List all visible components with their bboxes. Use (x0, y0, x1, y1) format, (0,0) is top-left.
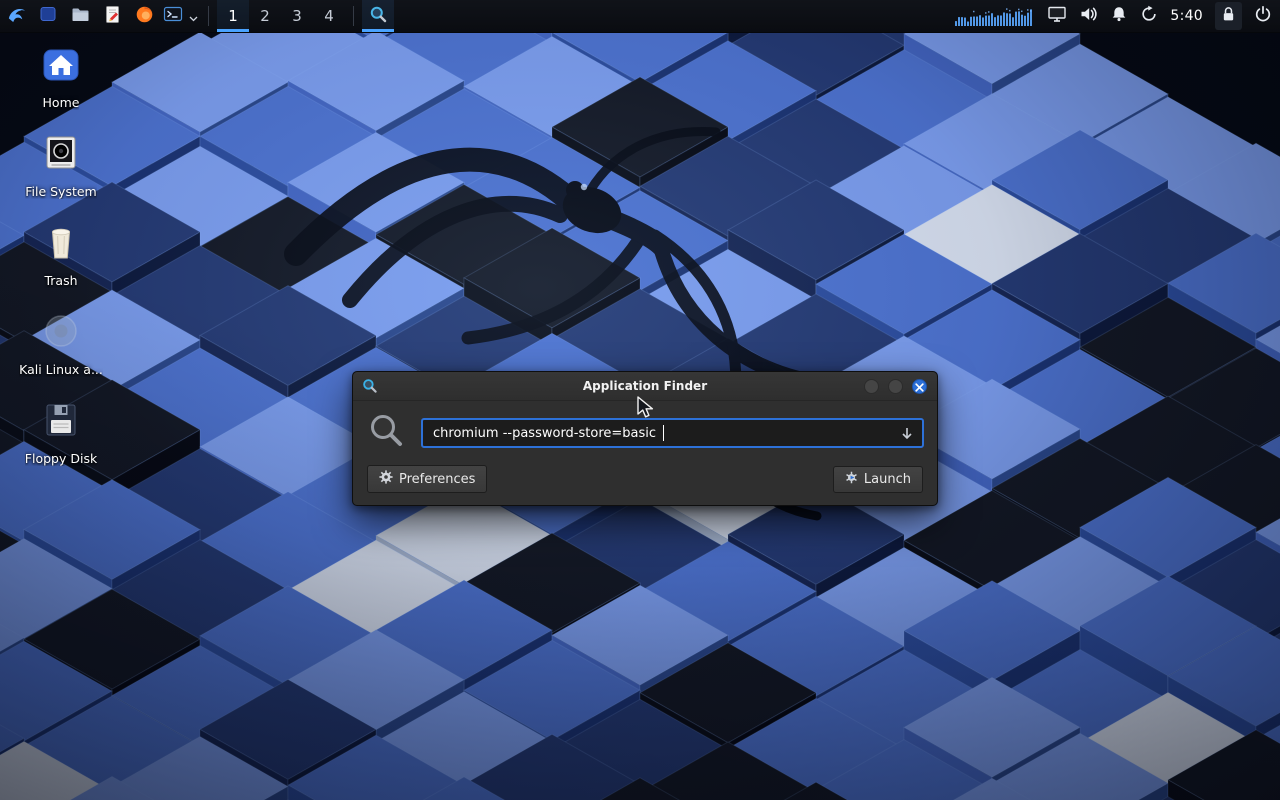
close-button[interactable] (912, 379, 927, 394)
gear-icon (379, 470, 393, 488)
desktop-screen: 1 2 3 4 (0, 0, 1280, 800)
desktop-icon-file-system[interactable]: File System (8, 133, 114, 199)
text-editor-icon (104, 5, 121, 28)
lock-icon (1220, 5, 1237, 27)
terminal-icon (163, 5, 183, 27)
volume-icon (1079, 5, 1098, 27)
desktop-icon-kali-docs[interactable]: Kali Linux a... (8, 311, 114, 377)
desktop-icon-label: Kali Linux a... (19, 362, 103, 377)
panel-separator (353, 6, 354, 26)
desktop-icon-label: Trash (44, 273, 77, 288)
history-dropdown-button[interactable] (900, 426, 914, 441)
kali-menu-button[interactable] (0, 0, 32, 32)
trash-icon (39, 222, 83, 268)
application-finder-icon (362, 378, 378, 394)
text-editor-launcher[interactable] (96, 0, 128, 32)
window-icon (39, 5, 57, 27)
desktop-icon-floppy-disk[interactable]: Floppy Disk (8, 400, 114, 466)
panel-clock[interactable]: 5:40 (1170, 8, 1203, 24)
preferences-button[interactable]: Preferences (367, 465, 487, 493)
maximize-button[interactable] (888, 379, 903, 394)
search-icon-large (368, 412, 406, 454)
application-finder-window: Application Finder (352, 371, 938, 506)
floppy-disk-icon (39, 400, 83, 446)
terminal-dropdown-button[interactable] (186, 0, 200, 32)
preferences-label: Preferences (399, 472, 475, 487)
firefox-icon (135, 5, 154, 28)
search-icon (369, 5, 388, 28)
panel-separator (208, 6, 209, 26)
display-icon (1047, 5, 1067, 27)
logout-button[interactable] (1254, 5, 1272, 27)
taskbar-application-finder[interactable] (362, 0, 394, 32)
notifications-button[interactable] (1110, 5, 1128, 27)
show-desktop-button[interactable] (32, 0, 64, 32)
bell-icon (1110, 5, 1128, 27)
kali-logo-icon (5, 3, 28, 30)
workspace-1[interactable]: 1 (217, 0, 249, 32)
lock-screen-button[interactable] (1215, 2, 1242, 30)
command-input-value: chromium --password-store=basic (433, 426, 660, 441)
window-title: Application Finder (353, 379, 937, 393)
command-input[interactable]: chromium --password-store=basic (421, 418, 924, 448)
firefox-launcher[interactable] (128, 0, 160, 32)
power-icon (1254, 5, 1272, 27)
workspace-2[interactable]: 2 (249, 0, 281, 32)
terminal-launcher[interactable] (160, 0, 186, 32)
titlebar[interactable]: Application Finder (353, 372, 937, 401)
folder-icon (71, 6, 90, 27)
close-icon (915, 377, 924, 396)
sync-circle-icon (1140, 5, 1158, 27)
launch-button[interactable]: Launch (833, 466, 923, 493)
workspace-3[interactable]: 3 (281, 0, 313, 32)
audio-visualizer-widget[interactable] (955, 5, 1035, 27)
desktop-icon-trash[interactable]: Trash (8, 222, 114, 288)
launch-label: Launch (864, 472, 911, 487)
kali-docs-icon (39, 311, 83, 357)
top-panel: 1 2 3 4 (0, 0, 1280, 33)
file-manager-launcher[interactable] (64, 0, 96, 32)
file-system-icon (39, 133, 83, 179)
status-tray-button[interactable] (1140, 5, 1158, 27)
desktop-icon-label: Floppy Disk (25, 451, 97, 466)
home-icon (39, 44, 83, 90)
display-settings-button[interactable] (1047, 5, 1067, 27)
minimize-button[interactable] (864, 379, 879, 394)
launch-icon (845, 471, 858, 488)
desktop-icon-label: Home (43, 95, 80, 110)
desktop-icon-column: Home File System (8, 44, 114, 466)
volume-button[interactable] (1079, 5, 1098, 27)
text-caret (663, 425, 664, 441)
desktop-icon-label: File System (25, 184, 97, 199)
chevron-down-icon (189, 7, 198, 26)
desktop-icon-home[interactable]: Home (8, 44, 114, 110)
workspace-4[interactable]: 4 (313, 0, 345, 32)
